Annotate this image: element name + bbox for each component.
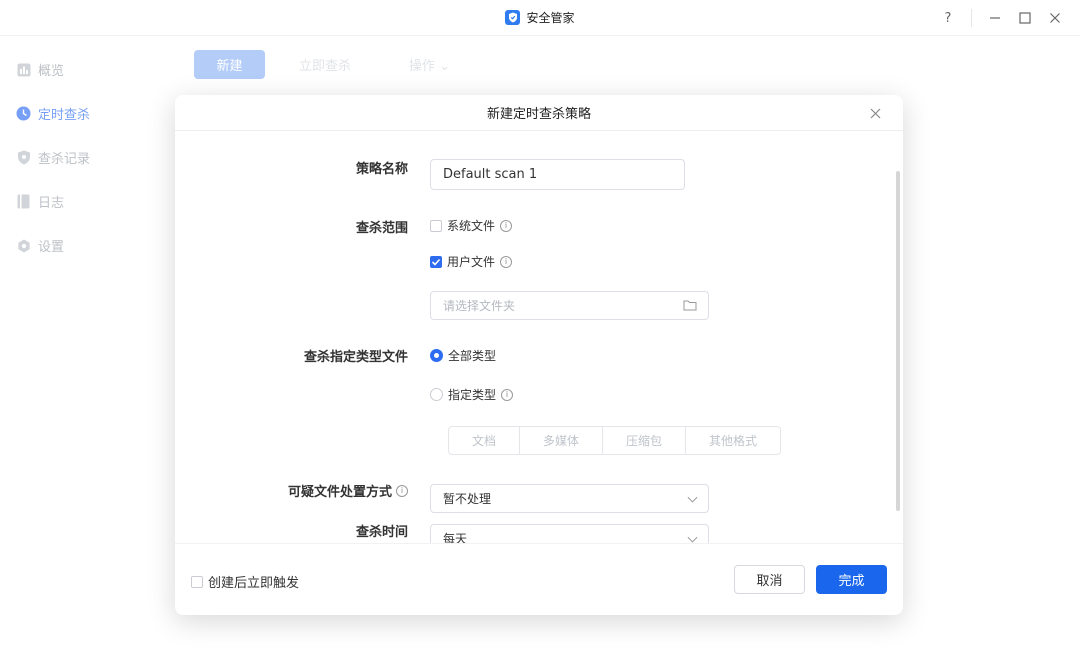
close-window-icon[interactable] xyxy=(1040,6,1070,30)
suspicious-action-select[interactable]: 暂不处理 xyxy=(430,484,709,513)
folder-select-input[interactable]: 请选择文件夹 xyxy=(430,291,709,320)
maximize-icon[interactable] xyxy=(1010,6,1040,30)
file-types-label-text: 查杀指定类型文件 xyxy=(303,350,408,365)
dialog-body: 策略名称 Default scan 1 查杀范围 系统文件 i 用户文件 i 请… xyxy=(175,131,903,543)
scan-time-select[interactable]: 每天 xyxy=(430,524,709,543)
minimize-icon[interactable] xyxy=(980,6,1010,30)
dialog-title: 新建定时查杀策略 xyxy=(486,107,591,122)
segment-multimedia[interactable]: 多媒体 xyxy=(520,427,603,454)
segment-archives[interactable]: 压缩包 xyxy=(603,427,686,454)
app-title: 安全管家 xyxy=(505,9,575,26)
segment-other-formats[interactable]: 其他格式 xyxy=(686,427,780,454)
specific-types-radio-dot[interactable] xyxy=(430,388,443,401)
folder-icon[interactable] xyxy=(683,299,697,315)
suspicious-action-value: 暂不处理 xyxy=(443,492,492,506)
policy-name-input[interactable]: Default scan 1 xyxy=(430,159,685,190)
suspicious-action-label: 可疑文件处置方式 i xyxy=(288,481,408,500)
trigger-after-create-checkbox[interactable]: 创建后立即触发 xyxy=(191,572,299,591)
file-type-segments: 文档 多媒体 压缩包 其他格式 xyxy=(448,426,781,455)
cancel-button[interactable]: 取消 xyxy=(734,565,805,594)
info-icon[interactable]: i xyxy=(396,484,408,497)
close-icon[interactable] xyxy=(865,103,885,123)
info-icon[interactable]: i xyxy=(500,255,513,268)
user-files-checkbox-box[interactable] xyxy=(430,255,442,268)
check-icon xyxy=(431,258,441,266)
scan-time-value: 每天 xyxy=(443,532,468,543)
suspicious-action-label-text: 可疑文件处置方式 xyxy=(287,485,392,500)
system-files-checkbox-box[interactable] xyxy=(430,219,442,232)
system-files-label: 系统文件 xyxy=(447,219,496,233)
policy-name-label-text: 策略名称 xyxy=(355,162,408,177)
scan-time-label: 查杀时间 xyxy=(356,521,408,540)
user-files-label: 用户文件 xyxy=(447,255,496,269)
dialog-header: 新建定时查杀策略 xyxy=(175,95,903,131)
specific-types-radio[interactable]: 指定类型 i xyxy=(430,386,514,403)
specific-types-label: 指定类型 xyxy=(448,388,497,402)
policy-name-label: 策略名称 xyxy=(356,158,408,177)
user-files-checkbox[interactable]: 用户文件 i xyxy=(430,253,513,270)
scan-scope-label: 查杀范围 xyxy=(356,217,408,236)
dialog-scrollbar[interactable] xyxy=(896,171,900,511)
folder-select-placeholder: 请选择文件夹 xyxy=(443,299,516,313)
scan-scope-label-text: 查杀范围 xyxy=(355,221,408,236)
chevron-down-icon xyxy=(687,532,698,543)
system-files-checkbox[interactable]: 系统文件 i xyxy=(430,217,513,234)
policy-name-value: Default scan 1 xyxy=(443,167,538,182)
shield-logo-icon xyxy=(505,10,521,25)
info-icon[interactable]: i xyxy=(501,388,514,401)
all-types-radio[interactable]: 全部类型 xyxy=(430,347,496,364)
info-icon[interactable]: i xyxy=(500,219,513,232)
title-bar: 安全管家 ? xyxy=(0,0,1080,36)
trigger-after-create-checkbox-box[interactable] xyxy=(191,575,203,588)
all-types-radio-dot[interactable] xyxy=(430,349,443,362)
help-icon[interactable]: ? xyxy=(933,6,963,30)
file-types-label: 查杀指定类型文件 xyxy=(304,346,408,365)
new-schedule-dialog: 新建定时查杀策略 策略名称 Default scan 1 查杀范围 系统文件 i… xyxy=(175,95,903,615)
scan-time-label-text: 查杀时间 xyxy=(355,525,408,540)
segment-documents[interactable]: 文档 xyxy=(449,427,520,454)
done-button[interactable]: 完成 xyxy=(816,565,887,594)
all-types-label: 全部类型 xyxy=(448,349,497,363)
chevron-down-icon xyxy=(687,492,698,503)
trigger-after-create-label: 创建后立即触发 xyxy=(208,576,300,591)
dialog-footer: 创建后立即触发 取消 完成 xyxy=(175,543,903,615)
window-controls-divider xyxy=(971,9,972,27)
app-title-text: 安全管家 xyxy=(526,11,575,25)
